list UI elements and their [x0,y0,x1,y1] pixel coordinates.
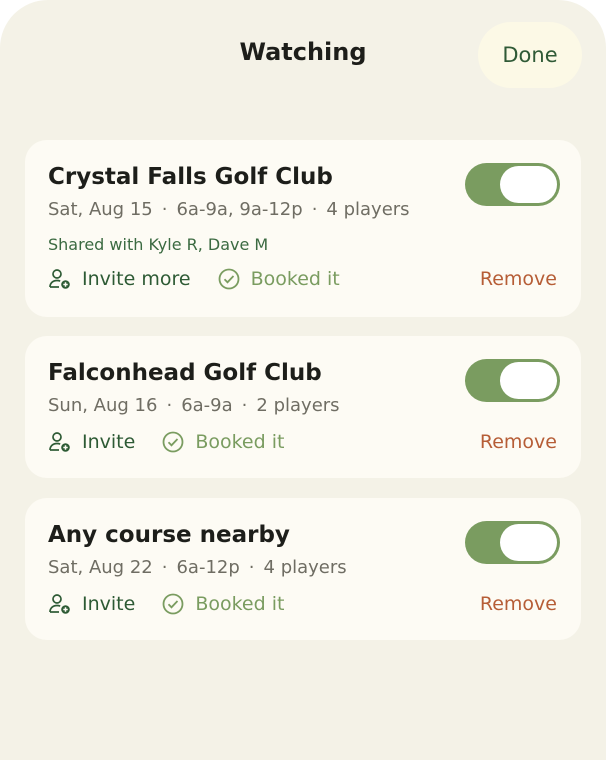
watch-toggle[interactable] [465,521,560,564]
invite-label: Invite more [82,268,191,290]
course-name: Crystal Falls Golf Club [48,164,333,190]
watch-details: Sat, Aug 15 · 6a-9a, 9a-12p · 4 players [48,199,410,220]
toggle-knob [500,524,557,561]
watch-date: Sat, Aug 15 [48,199,153,220]
booked-it-label: Booked it [195,431,285,453]
toggle-knob [500,166,557,203]
booked-it-label: Booked it [195,593,285,615]
check-circle-icon [161,430,185,454]
separator-dot: · [311,199,318,220]
watch-times: 6a-12p [176,557,240,578]
watch-date: Sun, Aug 16 [48,395,158,416]
remove-button[interactable]: Remove [480,268,557,290]
watch-times: 6a-9a, 9a-12p [176,199,303,220]
watch-details: Sun, Aug 16 · 6a-9a · 2 players [48,395,340,416]
booked-it-button[interactable]: Booked it [217,267,340,291]
remove-button[interactable]: Remove [480,593,557,615]
invite-button[interactable]: Invite [48,430,135,454]
course-name: Any course nearby [48,522,290,548]
separator-dot: · [241,395,248,416]
watch-times: 6a-9a [181,395,233,416]
booked-it-label: Booked it [250,268,340,290]
add-person-icon [48,430,72,454]
separator-dot: · [161,199,168,220]
separator-dot: · [161,557,168,578]
watch-players: 2 players [256,395,340,416]
separator-dot: · [248,557,255,578]
watch-date: Sat, Aug 22 [48,557,153,578]
separator-dot: · [166,395,173,416]
remove-button[interactable]: Remove [480,431,557,453]
card-actions: Invite Booked it Remove [48,590,557,618]
watch-details: Sat, Aug 22 · 6a-12p · 4 players [48,557,347,578]
add-person-icon [48,592,72,616]
watching-sheet: Watching Done Crystal Falls Golf Club Sa… [0,0,606,760]
course-name: Falconhead Golf Club [48,360,322,386]
watch-card: Falconhead Golf Club Sun, Aug 16 · 6a-9a · 2… [25,336,581,478]
invite-button[interactable]: Invite more [48,267,191,291]
watch-players: 4 players [263,557,347,578]
booked-it-button[interactable]: Booked it [161,592,284,616]
shared-with-text: Shared with Kyle R, Dave M [48,235,269,254]
toggle-knob [500,362,557,399]
watch-card: Crystal Falls Golf Club Sat, Aug 15 · 6a-9… [25,140,581,317]
check-circle-icon [217,267,241,291]
watch-toggle[interactable] [465,359,560,402]
invite-label: Invite [82,593,136,615]
add-person-icon [48,267,72,291]
watch-card: Any course nearby Sat, Aug 22 · 6a-12p · 4 p… [25,498,581,640]
invite-label: Invite [82,431,136,453]
check-circle-icon [161,592,185,616]
card-actions: Invite Booked it Remove [48,428,557,456]
done-button[interactable]: Done [478,22,582,88]
card-actions: Invite more Booked it Remove [48,265,557,293]
invite-button[interactable]: Invite [48,592,135,616]
watch-players: 4 players [326,199,410,220]
booked-it-button[interactable]: Booked it [161,430,284,454]
watch-toggle[interactable] [465,163,560,206]
